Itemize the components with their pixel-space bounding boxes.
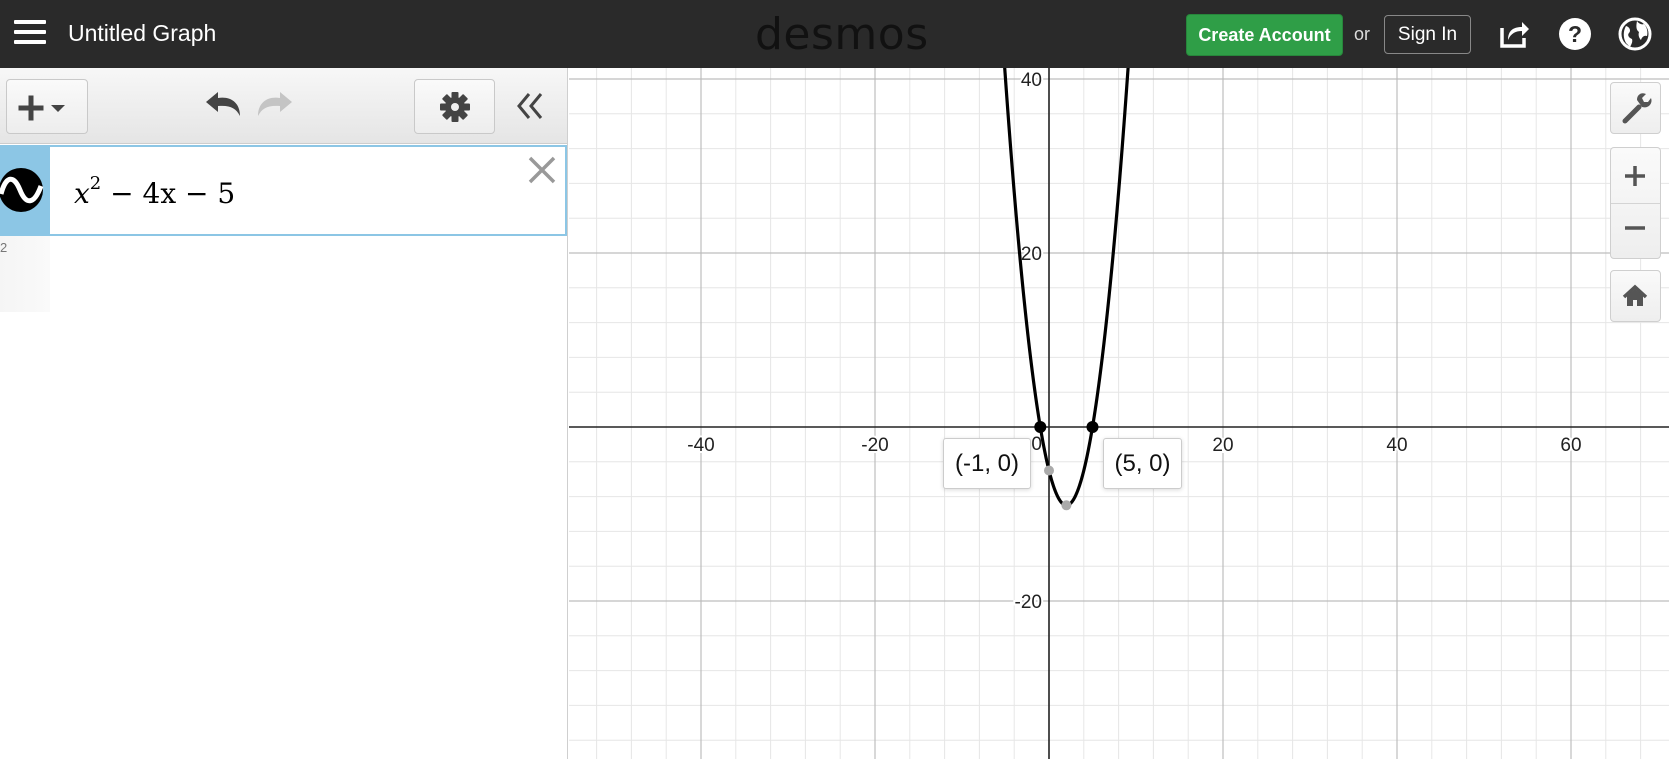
zoom-in-button[interactable] xyxy=(1611,148,1660,203)
graph-title[interactable]: Untitled Graph xyxy=(68,20,216,47)
help-icon[interactable]: ? xyxy=(1557,16,1593,52)
graph-plot[interactable]: -40 -20 0 20 40 60 40 20 -20 xyxy=(569,68,1669,759)
x-tick-label: 20 xyxy=(1212,435,1233,456)
share-icon[interactable] xyxy=(1496,16,1532,52)
x-tick-label: 60 xyxy=(1560,435,1581,456)
undo-icon[interactable] xyxy=(204,88,244,124)
new-expression-row[interactable] xyxy=(50,236,567,312)
add-item-button[interactable] xyxy=(6,79,88,134)
zoom-out-button[interactable] xyxy=(1611,204,1660,259)
create-account-button[interactable]: Create Account xyxy=(1186,14,1343,56)
math-exponent: 2 xyxy=(89,173,102,194)
zoom-controls xyxy=(1610,147,1661,259)
home-icon xyxy=(1622,284,1648,306)
desmos-logo: desmos xyxy=(755,9,929,60)
menu-icon[interactable] xyxy=(14,20,46,48)
graph-settings-button[interactable] xyxy=(1610,82,1661,134)
expression-math[interactable]: x2 − 4x − 5 xyxy=(74,173,235,210)
root-point xyxy=(1086,421,1099,433)
y-tick-label: 40 xyxy=(1021,70,1042,91)
wrench-icon xyxy=(1622,93,1652,124)
vertex-point xyxy=(1061,500,1072,511)
expression-index: 2 xyxy=(0,240,8,255)
settings-button[interactable] xyxy=(414,79,495,134)
x-tick-label: -20 xyxy=(861,435,888,456)
intercept-point xyxy=(1044,465,1054,476)
expression-panel: x2 − 4x − 5 2 xyxy=(0,68,568,759)
sign-in-button[interactable]: Sign In xyxy=(1384,15,1471,54)
globe-icon[interactable] xyxy=(1617,16,1653,52)
point-label[interactable]: (-1, 0) xyxy=(943,438,1031,489)
y-tick-label: 20 xyxy=(1021,244,1042,265)
gear-icon xyxy=(440,92,470,122)
redo-icon xyxy=(254,88,294,124)
collapse-panel-icon[interactable] xyxy=(515,88,547,124)
x-tick-label: -40 xyxy=(687,435,714,456)
math-base: x xyxy=(74,177,90,210)
math-rest: − 4x − 5 xyxy=(101,177,236,210)
point-label[interactable]: (5, 0) xyxy=(1103,438,1182,489)
root-point xyxy=(1034,421,1047,433)
expression-toolbar xyxy=(0,68,567,144)
expression-row[interactable]: x2 − 4x − 5 xyxy=(0,145,567,236)
default-view-button[interactable] xyxy=(1610,270,1661,322)
expression-tab-empty xyxy=(0,236,50,312)
or-text: or xyxy=(1354,24,1371,44)
x-tick-label: 40 xyxy=(1386,435,1407,456)
x-tick-label: 0 xyxy=(1031,434,1042,455)
svg-text:?: ? xyxy=(1568,21,1582,47)
top-bar: Untitled Graph desmos Create Account or … xyxy=(0,0,1669,68)
expression-color-tab[interactable] xyxy=(0,145,50,236)
delete-expression-icon[interactable] xyxy=(525,153,559,187)
graph-canvas[interactable]: -40 -20 0 20 40 60 40 20 -20 xyxy=(569,68,1669,759)
y-tick-label: -20 xyxy=(1015,592,1042,613)
